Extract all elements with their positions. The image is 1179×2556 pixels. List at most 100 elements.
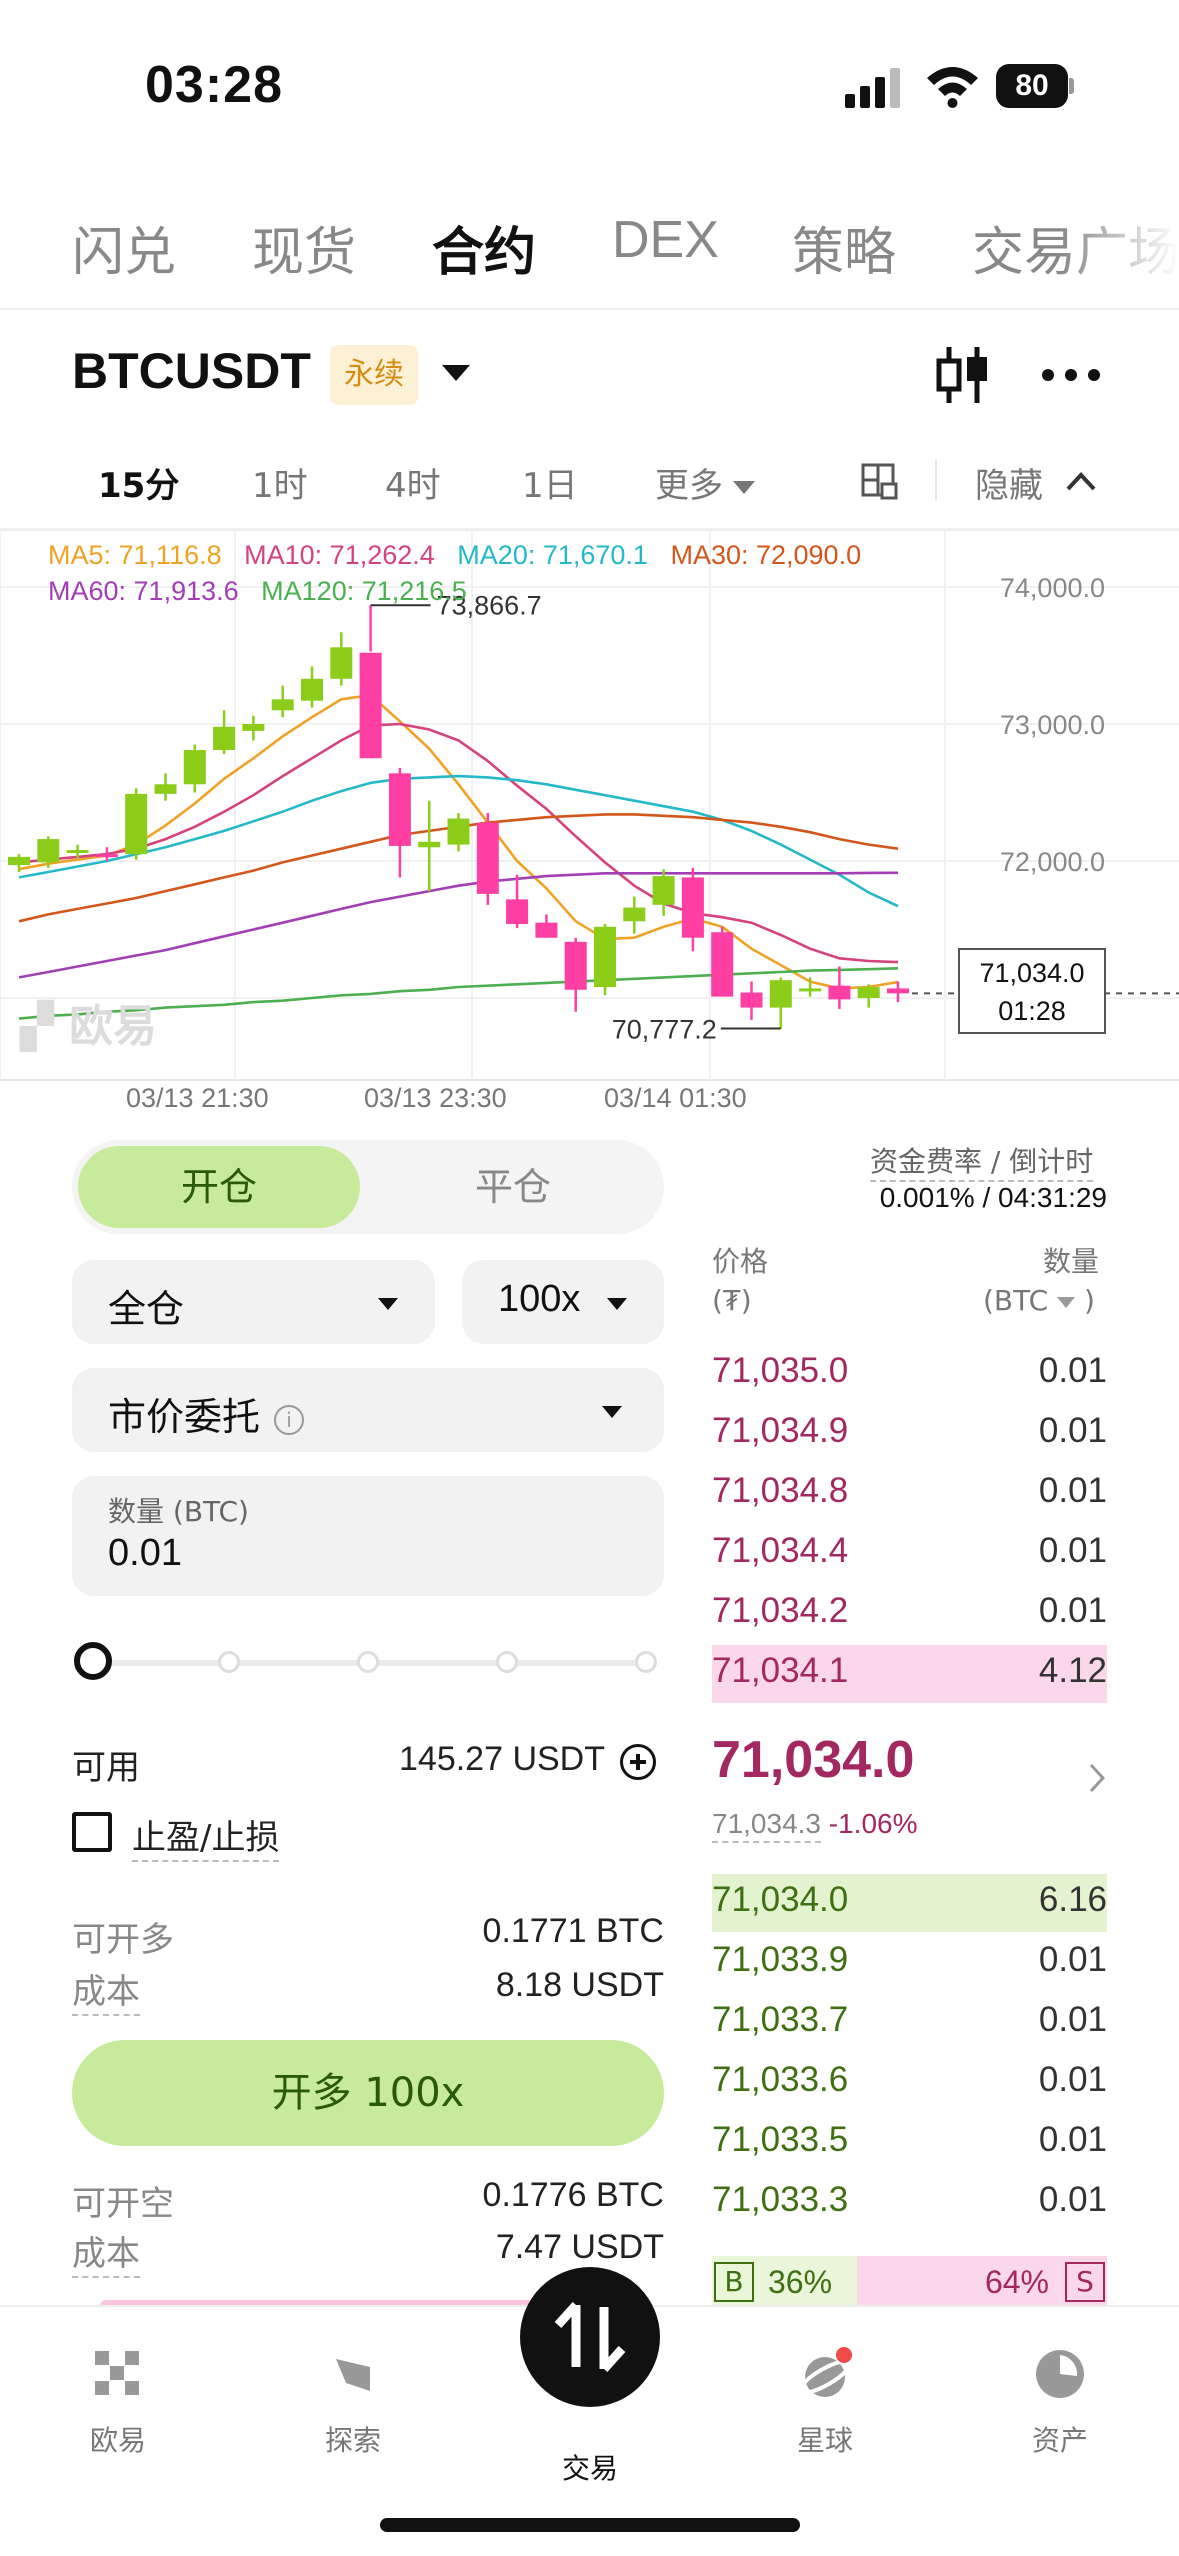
chevron-right-icon[interactable] (1088, 1762, 1106, 1794)
okx-logo-icon (95, 2351, 139, 2395)
orderbook-qty-unit[interactable]: (BTC ) (983, 1284, 1095, 1317)
add-funds-icon[interactable] (620, 1744, 656, 1780)
candle-up (125, 793, 148, 855)
ask-row[interactable]: 71,034.9 0.01 (712, 1405, 1107, 1463)
interval-4h[interactable]: 4时 (385, 458, 441, 507)
ma-legend-row-1: MA5: 71,116.8 MA10: 71,262.4 MA20: 71,67… (48, 540, 861, 571)
open-long-button[interactable]: 开多 100x (72, 2040, 664, 2146)
nav-assets[interactable]: 资产 (990, 2347, 1130, 2459)
tpsl-checkbox[interactable] (72, 1812, 112, 1852)
chart-settings-icon[interactable] (860, 462, 900, 502)
symbol-name[interactable]: BTCUSDT (72, 342, 311, 400)
nav-trade[interactable]: 交易 (520, 2447, 660, 2487)
tab-close-position[interactable]: 平仓 (372, 1146, 654, 1228)
status-bar: 03:28 80 (0, 0, 1179, 175)
more-options-icon[interactable] (1040, 365, 1102, 385)
ask-qty: 0.01 (1038, 1531, 1107, 1570)
bid-row[interactable]: 71,033.7 0.01 (712, 1994, 1107, 2052)
can-long-value: 0.1771 BTC (482, 1912, 664, 1950)
order-type-select[interactable]: 市价委托 i (72, 1368, 664, 1452)
tab-futures[interactable]: 合约 (432, 210, 536, 285)
tab-flash-swap[interactable]: 闪兑 (72, 210, 176, 285)
sell-ratio: 64% (984, 2264, 1049, 2300)
bid-row[interactable]: 71,033.6 0.01 (712, 2054, 1107, 2112)
interval-more[interactable]: 更多 (655, 458, 755, 507)
bid-price: 71,034.0 (712, 1880, 849, 1919)
orderbook-price-header: 价格 (712, 1245, 769, 1278)
info-icon[interactable]: i (274, 1404, 305, 1435)
leverage-select[interactable]: 100x (462, 1260, 664, 1344)
mark-price: 71,034.3 (712, 1808, 821, 1843)
quantity-input[interactable]: 数量 (BTC) 0.01 (72, 1476, 664, 1596)
planet-icon (798, 2347, 852, 2397)
candle-countdown: 01:28 (998, 996, 1066, 1026)
sell-ratio-letter: S (1065, 2262, 1105, 2302)
bid-row[interactable]: 71,033.3 0.01 (712, 2174, 1107, 2232)
ask-price: 71,034.4 (712, 1531, 849, 1570)
nav-okx[interactable]: 欧易 (48, 2347, 188, 2459)
battery-icon: 80 (996, 64, 1074, 108)
available-label: 可用 (72, 1748, 140, 1788)
ma120-label: MA120: 71,216.5 (261, 576, 467, 606)
ma-legend-row-2: MA60: 71,913.6 MA120: 71,216.5 (48, 576, 467, 607)
tab-dex[interactable]: DEX (612, 210, 719, 270)
nav-planet[interactable]: 星球 (755, 2347, 895, 2459)
status-time: 03:28 (145, 56, 283, 114)
ask-row[interactable]: 71,034.2 0.01 (712, 1585, 1107, 1643)
tab-spot[interactable]: 现货 (252, 210, 356, 285)
tab-open-position[interactable]: 开仓 (78, 1146, 360, 1228)
slider-tick-100[interactable] (635, 1651, 657, 1673)
chevron-up-icon[interactable] (1065, 470, 1097, 492)
y-tick-label: 72,000.0 (1000, 847, 1105, 877)
trade-center-button[interactable] (520, 2267, 660, 2407)
interval-15m[interactable]: 15分 (98, 458, 179, 507)
candle-up (799, 988, 822, 992)
ma30-label: MA30: 72,090.0 (670, 540, 862, 570)
kline-chart[interactable]: 74,000.073,000.072,000.071,000.073,866.7… (0, 530, 1179, 1130)
bid-qty: 0.01 (1038, 2060, 1107, 2099)
x-tick-label: 03/14 01:30 (604, 1083, 747, 1113)
margin-mode-select[interactable]: 全仓 (72, 1260, 435, 1344)
candle-up (652, 876, 675, 905)
candle-up (154, 784, 177, 794)
nav-explore[interactable]: 探索 (283, 2347, 423, 2459)
perpetual-badge: 永续 (330, 345, 418, 405)
bid-price: 71,033.6 (712, 2060, 849, 2099)
ask-row[interactable]: 71,035.0 0.01 (712, 1345, 1107, 1403)
ask-row[interactable]: 71,034.1 4.12 (712, 1645, 1107, 1703)
interval-1d[interactable]: 1日 (522, 458, 578, 507)
bid-row[interactable]: 71,033.9 0.01 (712, 1934, 1107, 1992)
bid-row[interactable]: 71,034.0 6.16 (712, 1874, 1107, 1932)
funding-label: 资金费率 / 倒计时 (870, 1140, 1094, 1182)
tab-strategy[interactable]: 策略 (792, 210, 896, 285)
bid-price: 71,033.5 (712, 2120, 849, 2159)
bid-row[interactable]: 71,033.5 0.01 (712, 2114, 1107, 2172)
amount-slider-thumb[interactable] (74, 1642, 112, 1680)
quantity-value[interactable]: 0.01 (108, 1532, 182, 1575)
cost-short-value: 7.47 USDT (495, 2228, 664, 2266)
ask-price: 71,034.2 (712, 1591, 849, 1630)
slider-tick-75[interactable] (496, 1651, 518, 1673)
candle-down (564, 941, 587, 990)
can-short-value: 0.1776 BTC (482, 2176, 664, 2214)
can-long-label: 可开多 (72, 1920, 174, 1960)
cellular-signal-icon (845, 68, 900, 108)
tpsl-label[interactable]: 止盈/止损 (132, 1810, 280, 1862)
caret-down-icon (733, 481, 755, 494)
slider-tick-25[interactable] (218, 1651, 240, 1673)
ask-row[interactable]: 71,034.8 0.01 (712, 1465, 1107, 1523)
buy-ratio: 36% (768, 2264, 833, 2300)
bid-qty: 0.01 (1038, 2000, 1107, 2039)
bid-price: 71,033.9 (712, 1940, 849, 1979)
symbol-dropdown-icon[interactable] (442, 365, 470, 381)
kline-canvas[interactable]: 74,000.073,000.072,000.071,000.073,866.7… (0, 530, 1179, 1130)
interval-1h[interactable]: 1时 (252, 458, 308, 507)
candlestick-chart-icon[interactable] (935, 345, 991, 405)
ma5-label: MA5: 71,116.8 (48, 540, 222, 570)
ask-price: 71,034.1 (712, 1651, 849, 1690)
slider-tick-50[interactable] (357, 1651, 379, 1673)
ask-row[interactable]: 71,034.4 0.01 (712, 1525, 1107, 1583)
candle-up (857, 987, 880, 998)
candle-down (476, 822, 499, 894)
hide-chart-toggle[interactable]: 隐藏 (975, 458, 1043, 507)
